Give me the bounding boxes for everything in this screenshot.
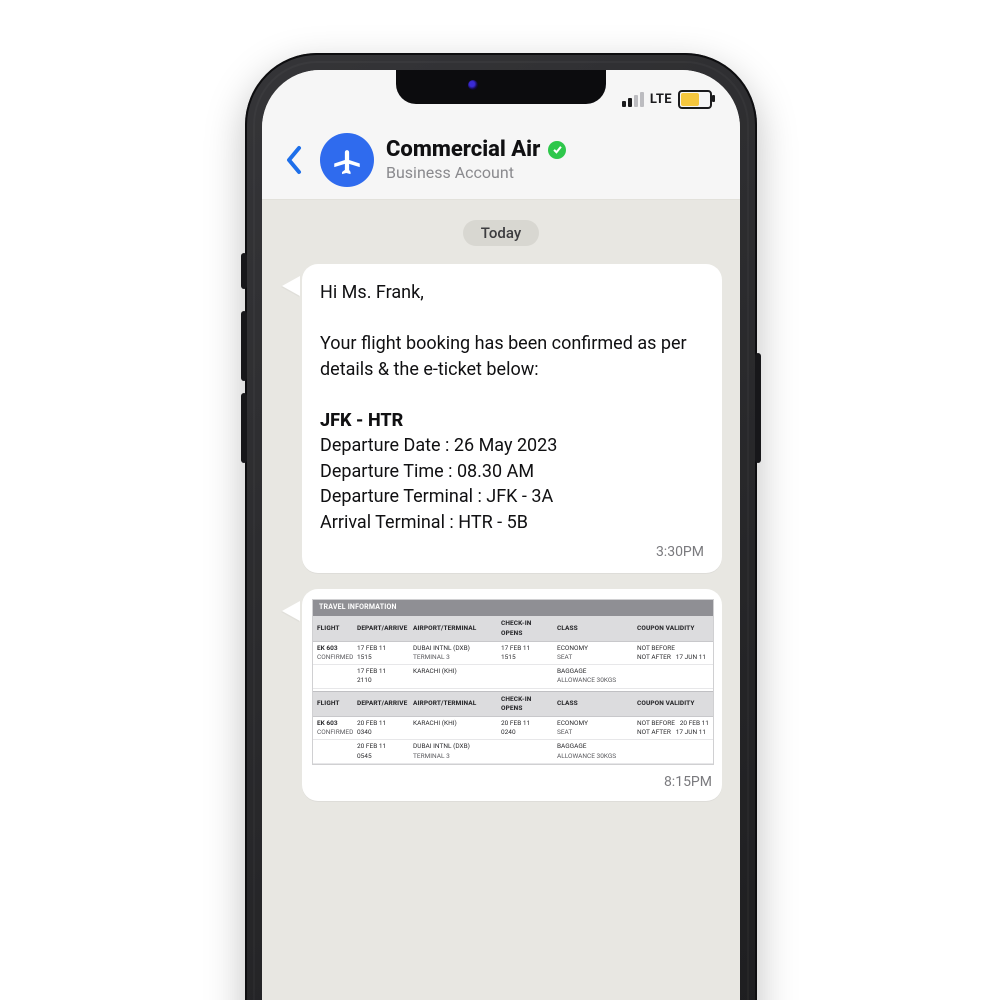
network-label: LTE — [650, 92, 672, 107]
power-button[interactable] — [755, 353, 761, 463]
arr-term-label: Arrival Terminal : — [320, 512, 454, 533]
date-separator: Today — [463, 220, 539, 246]
notch — [396, 70, 606, 104]
verified-badge-icon — [548, 141, 566, 159]
back-button[interactable] — [280, 140, 308, 180]
chat-header: Commercial Air Business Account — [262, 120, 740, 200]
screen: LTE Commercial Air — [262, 70, 740, 1000]
eticket-attachment[interactable]: TRAVEL INFORMATION FLIGHT DEPART/ARRIVE … — [312, 599, 714, 765]
airplane-icon — [330, 143, 364, 177]
chat-body[interactable]: Today Hi Ms. Frank, Your flight booking … — [262, 200, 740, 1000]
message-row: TRAVEL INFORMATION FLIGHT DEPART/ARRIVE … — [262, 585, 740, 812]
dep-date-label: Departure Date : — [320, 435, 449, 456]
eticket-segment: FLIGHT DEPART/ARRIVE AIRPORT/TERMINAL CH… — [313, 692, 713, 764]
flight-route: JFK - HTR — [320, 408, 704, 434]
cell-signal-icon — [622, 92, 644, 107]
arr-term-value: HTR - 5B — [458, 512, 528, 533]
message-bubble[interactable]: Hi Ms. Frank, Your flight booking has be… — [302, 264, 722, 573]
volume-down-button[interactable] — [241, 393, 247, 463]
chevron-left-icon — [285, 145, 303, 175]
volume-up-button[interactable] — [241, 311, 247, 381]
phone-frame: LTE Commercial Air — [245, 53, 757, 1000]
battery-icon — [678, 90, 712, 109]
dep-time-value: 08.30 AM — [457, 461, 534, 482]
contact-subtitle: Business Account — [386, 163, 566, 182]
front-camera — [468, 80, 478, 90]
message-greeting: Hi Ms. Frank, — [320, 280, 704, 306]
dep-term-label: Departure Terminal : — [320, 486, 482, 507]
message-timestamp: 8:15PM — [312, 773, 712, 793]
message-timestamp: 3:30PM — [320, 543, 704, 563]
eticket-title: TRAVEL INFORMATION — [313, 600, 713, 616]
message-row: Hi Ms. Frank, Your flight booking has be… — [262, 260, 740, 585]
dep-date-value: 26 May 2023 — [454, 435, 558, 456]
message-body: Your flight booking has been confirmed a… — [320, 331, 704, 382]
eticket-segment: FLIGHT DEPART/ARRIVE AIRPORT/TERMINAL CH… — [313, 616, 713, 691]
dep-time-label: Departure Time : — [320, 461, 452, 482]
contact-name: Commercial Air — [386, 137, 540, 163]
avatar[interactable] — [320, 133, 374, 187]
mute-switch[interactable] — [241, 253, 247, 289]
bubble-tail — [280, 589, 302, 800]
bubble-tail — [280, 264, 302, 573]
message-bubble[interactable]: TRAVEL INFORMATION FLIGHT DEPART/ARRIVE … — [302, 589, 722, 800]
dep-term-value: JFK - 3A — [486, 486, 553, 507]
